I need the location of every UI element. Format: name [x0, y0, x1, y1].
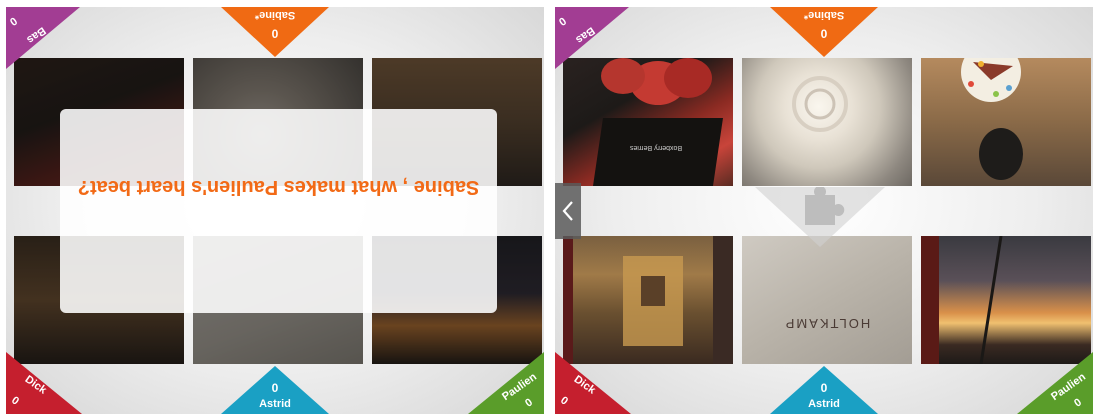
player-score-top: 0 — [820, 27, 828, 41]
cake-teapot-illustration — [961, 58, 1023, 180]
player-name-top: Sabine* — [803, 9, 845, 21]
game-screen-left: Sabine* 0 0 Bas Dick 0 0 Astrid Paulien … — [6, 7, 544, 414]
game-screen-right: Boxberry Berries HOLTKAMP Sabine* 0 0 Ba… — [555, 7, 1093, 414]
photo-tile-strawberries[interactable]: Boxberry Berries — [563, 58, 733, 186]
bag-label: HOLTKAMP — [783, 316, 871, 331]
photo-tile-cake-teapot[interactable] — [921, 58, 1091, 186]
question-dialog[interactable]: Sabine , what makes Paulien's heart beat… — [60, 109, 497, 313]
player-score-bottom: 0 — [820, 381, 828, 395]
player-score-bottom: 0 — [271, 381, 279, 395]
player-name-top: Sabine* — [254, 9, 296, 21]
back-button[interactable] — [555, 183, 581, 239]
player-marker-top-left — [555, 7, 629, 69]
chevron-left-icon — [562, 201, 573, 221]
photo-tile-shopping-bag[interactable]: HOLTKAMP — [742, 236, 912, 364]
sunset-window-illustration — [921, 236, 1003, 364]
player-name-bottom: Astrid — [808, 398, 840, 410]
question-text: Sabine , what makes Paulien's heart beat… — [77, 176, 480, 198]
photo-tile-sunset-window[interactable] — [921, 236, 1091, 364]
puzzle-piece-icon — [755, 187, 885, 247]
box-label: Boxberry Berries — [629, 144, 683, 151]
player-name-bottom: Astrid — [259, 398, 291, 410]
photo-tile-clock-tower[interactable] — [563, 236, 733, 364]
rose-illustration — [792, 76, 848, 132]
strawberries-illustration — [593, 58, 723, 186]
player-score-top: 0 — [271, 27, 279, 41]
clock-tower-illustration — [563, 236, 733, 364]
photo-tile-rose[interactable] — [742, 58, 912, 186]
player-marker-top-left — [6, 7, 80, 69]
